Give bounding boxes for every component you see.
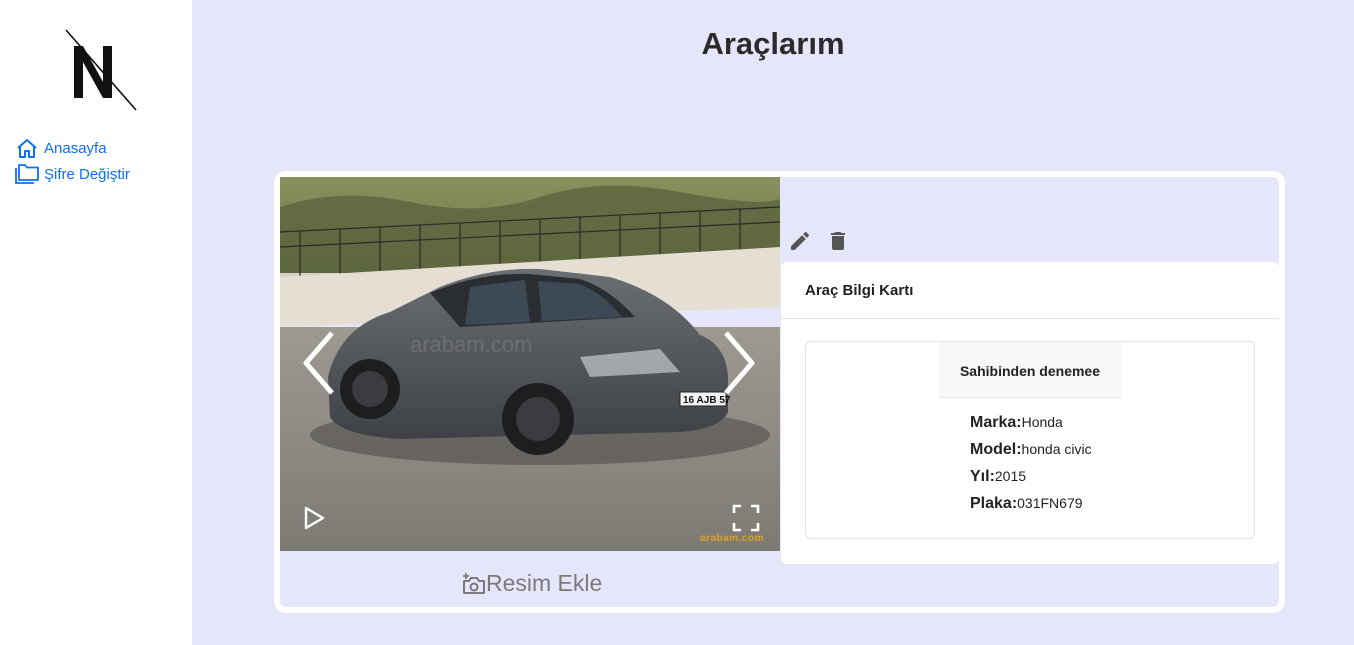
page-title: Araçlarım bbox=[701, 26, 845, 61]
delete-icon[interactable] bbox=[826, 229, 850, 253]
sidebar-item-label: Şifre Değiştir bbox=[44, 165, 130, 183]
owner-name: Sahibinden denemee bbox=[939, 342, 1121, 398]
main-content: Araçlarım 16 AJB 57 arabam.com arabam.co… bbox=[192, 0, 1354, 645]
fullscreen-icon[interactable] bbox=[732, 504, 760, 532]
brand-logo[interactable] bbox=[64, 28, 140, 112]
edit-icon[interactable] bbox=[788, 229, 812, 253]
previous-photo-arrow[interactable] bbox=[298, 327, 342, 399]
folder-icon bbox=[15, 164, 39, 184]
detail-label: Yıl: bbox=[970, 468, 995, 485]
detail-value: honda civic bbox=[1021, 441, 1092, 457]
detail-plate: Plaka:031FN679 bbox=[970, 495, 1092, 522]
detail-year: Yıl:2015 bbox=[970, 468, 1092, 495]
next-photo-arrow[interactable] bbox=[716, 327, 760, 399]
sidebar-nav: Anasayfa Şifre Değiştir bbox=[15, 135, 130, 187]
vehicle-details: Marka:Honda Model:honda civic Yıl:2015 P… bbox=[970, 414, 1092, 522]
info-card-title: Araç Bilgi Kartı bbox=[781, 262, 1279, 319]
detail-brand: Marka:Honda bbox=[970, 414, 1092, 441]
detail-value: 031FN679 bbox=[1017, 495, 1083, 511]
detail-model: Model:honda civic bbox=[970, 441, 1092, 468]
svg-text:arabam.com: arabam.com bbox=[410, 332, 532, 357]
detail-label: Marka: bbox=[970, 414, 1022, 431]
car-photo: 16 AJB 57 arabam.com bbox=[280, 177, 780, 551]
sidebar-item-label: Anasayfa bbox=[44, 139, 107, 157]
vehicle-actions bbox=[788, 229, 850, 253]
sidebar: Anasayfa Şifre Değiştir bbox=[0, 0, 192, 645]
home-icon bbox=[17, 139, 37, 158]
vehicle-info-card: Araç Bilgi Kartı Sahibinden denemee Mark… bbox=[781, 262, 1279, 564]
photo-source-badge: arabam.com bbox=[700, 533, 764, 544]
vehicle-card: 16 AJB 57 arabam.com arabam.com Resim Ek… bbox=[274, 171, 1285, 613]
camera-add-icon bbox=[463, 572, 485, 594]
add-photo-label: Resim Ekle bbox=[486, 570, 603, 596]
vehicle-details-card: Sahibinden denemee Marka:Honda Model:hon… bbox=[805, 341, 1255, 539]
detail-value: Honda bbox=[1021, 414, 1063, 430]
photo-gallery: 16 AJB 57 arabam.com arabam.com bbox=[280, 177, 780, 551]
sidebar-item-sifre-degistir[interactable]: Şifre Değiştir bbox=[15, 161, 130, 187]
add-photo-button[interactable]: Resim Ekle bbox=[462, 570, 602, 597]
detail-value: 2015 bbox=[994, 468, 1027, 484]
sidebar-item-anasayfa[interactable]: Anasayfa bbox=[15, 135, 130, 161]
play-icon[interactable] bbox=[302, 505, 326, 531]
detail-label: Model: bbox=[970, 441, 1022, 458]
detail-label: Plaka: bbox=[970, 495, 1018, 512]
